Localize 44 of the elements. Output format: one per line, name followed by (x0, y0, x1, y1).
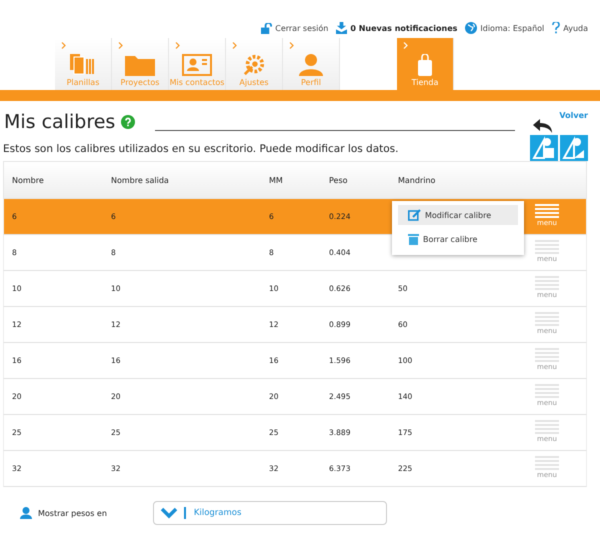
inbox-icon (336, 22, 348, 34)
back-arrow-icon (533, 119, 554, 133)
nav-tab[interactable]: Ajustes (226, 38, 283, 90)
chevron-icon (403, 42, 408, 49)
nav-tab[interactable]: Perfil (283, 38, 340, 90)
wrench-gear-icon (242, 54, 266, 76)
top-link[interactable]: Idioma: Español (465, 18, 544, 38)
column-header: Mandrino (398, 176, 436, 184)
top-link[interactable]: 0 Nuevas notificaciones (336, 18, 458, 38)
menu-item[interactable]: Modificar calibre (398, 205, 518, 225)
contact-card-icon (182, 54, 212, 76)
folder-icon (125, 54, 155, 76)
unit-dropdown[interactable]: Kilogramos (152, 501, 387, 525)
column-header: Peso (329, 176, 348, 184)
chevron-icon (232, 42, 237, 49)
edit-icon (408, 209, 421, 221)
nav-tab[interactable]: Mis contactos (169, 38, 226, 90)
help-icon (121, 115, 136, 129)
page-title: Mis calibres (4, 111, 116, 133)
person-icon (20, 507, 32, 519)
sheets-icon (70, 54, 96, 76)
person-icon (299, 54, 323, 76)
add-button[interactable] (530, 135, 558, 161)
shopping-bag-icon (418, 54, 432, 76)
description: Estos son los calibres utilizados en su escritorio. Puede modificar los datos. (3, 143, 398, 155)
top-link[interactable]: Cerrar sesión (261, 18, 328, 38)
nav-tab[interactable]: Proyectos (112, 38, 169, 90)
column-header: Nombre (12, 176, 44, 184)
help-icon (552, 22, 560, 34)
chevron-icon (61, 42, 66, 49)
chevron-icon (289, 42, 294, 49)
column-header: Nombre salida (111, 176, 169, 184)
chevron-down-icon (160, 507, 186, 519)
trash-icon (408, 233, 419, 245)
nav-tab[interactable]: Planillas (55, 38, 112, 90)
back-link[interactable]: Volver (559, 111, 588, 120)
edit-button[interactable] (560, 135, 588, 161)
lock-icon (261, 22, 272, 34)
nav-tab[interactable]: Tienda (397, 38, 454, 90)
chevron-icon (175, 42, 180, 49)
column-header: MM (269, 176, 283, 184)
top-link[interactable]: Ayuda (552, 18, 588, 38)
weights-label: Mostrar pesos en (38, 508, 107, 518)
chevron-icon (118, 42, 123, 49)
